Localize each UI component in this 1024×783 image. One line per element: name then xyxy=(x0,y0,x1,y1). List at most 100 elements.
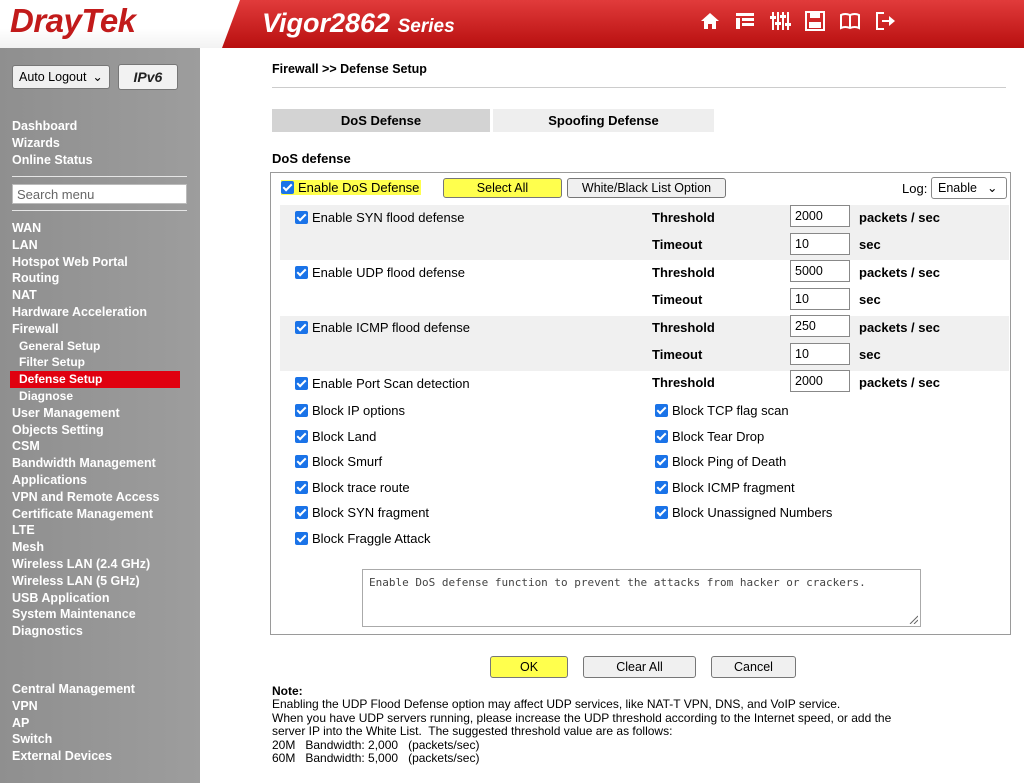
udp-timeout-input[interactable]: 10 xyxy=(790,288,850,310)
udp-flood-checkbox[interactable] xyxy=(295,266,308,279)
block-land-checkbox[interactable] xyxy=(295,430,308,443)
block-fraggle-checkbox[interactable] xyxy=(295,532,308,545)
sidebar-item-diagnostics[interactable]: Diagnostics xyxy=(12,623,180,640)
sidebar-item-csm[interactable]: CSM xyxy=(12,438,180,455)
enable-dos-checkbox-row[interactable]: Enable DoS Defense xyxy=(281,180,422,195)
block-option-row[interactable]: Block trace route xyxy=(295,480,410,495)
udp-threshold-input[interactable]: 5000 xyxy=(790,260,850,282)
syn-flood-row[interactable]: Enable SYN flood defense xyxy=(295,210,465,225)
port-scan-checkbox[interactable] xyxy=(295,377,308,390)
sidebar-item-lan[interactable]: LAN xyxy=(12,237,180,254)
sidebar-item-vpn-remote[interactable]: VPN and Remote Access xyxy=(12,489,180,506)
block-option-label: Block SYN fragment xyxy=(312,505,430,520)
block-option-row[interactable]: Block TCP flag scan xyxy=(655,403,789,418)
auto-logout-select[interactable]: Auto Logout ⌄ xyxy=(12,65,110,89)
sidebar-item-general-setup[interactable]: General Setup xyxy=(12,338,180,355)
sidebar-item-diagnose[interactable]: Diagnose xyxy=(12,388,180,405)
manual-icon[interactable] xyxy=(839,10,861,32)
select-all-button[interactable]: Select All xyxy=(443,178,562,198)
syn-threshold-input[interactable]: 2000 xyxy=(790,205,850,227)
note-title: Note: xyxy=(272,684,303,698)
logout-icon[interactable] xyxy=(874,10,896,32)
sidebar-item-external-devices[interactable]: External Devices xyxy=(12,748,135,765)
resize-grip-icon[interactable] xyxy=(908,614,918,624)
block-option-label: Block trace route xyxy=(312,480,410,495)
note-line: 20M Bandwidth: 2,000 (packets/sec) xyxy=(272,737,480,752)
log-select[interactable]: Enable ⌄ xyxy=(931,177,1007,199)
sidebar-item-hw-accel[interactable]: Hardware Acceleration xyxy=(12,304,180,321)
block-option-row[interactable]: Block Ping of Death xyxy=(655,454,786,469)
sidebar-item-wan[interactable]: WAN xyxy=(12,220,180,237)
sidebar-item-central-management[interactable]: Central Management xyxy=(12,681,135,698)
block-option-label: Block TCP flag scan xyxy=(672,403,789,418)
block-option-row[interactable]: Block SYN fragment xyxy=(295,505,429,520)
icmp-threshold-input[interactable]: 250 xyxy=(790,315,850,337)
breadcrumb: Firewall >> Defense Setup xyxy=(272,62,427,76)
sidebar-item-filter-setup[interactable]: Filter Setup xyxy=(12,354,180,371)
sidebar-item-online-status[interactable]: Online Status xyxy=(12,152,93,169)
sidebar-item-central-vpn[interactable]: VPN xyxy=(12,698,135,715)
block-option-row[interactable]: Block IP options xyxy=(295,403,405,418)
sidebar-item-wlan-24[interactable]: Wireless LAN (2.4 GHz) xyxy=(12,556,180,573)
icmp-timeout-input[interactable]: 10 xyxy=(790,343,850,365)
sidebar-item-user-management[interactable]: User Management xyxy=(12,405,180,422)
sidebar-item-objects-setting[interactable]: Objects Setting xyxy=(12,422,180,439)
port-scan-threshold-input[interactable]: 2000 xyxy=(790,370,850,392)
tab-dos-defense[interactable]: DoS Defense xyxy=(272,109,490,132)
tab-spoofing-defense[interactable]: Spoofing Defense xyxy=(493,109,714,132)
note-line: 60M Bandwidth: 5,000 (packets/sec) xyxy=(272,751,480,766)
block-icmp-fragment-checkbox[interactable] xyxy=(655,481,668,494)
sidebar-item-dashboard[interactable]: Dashboard xyxy=(12,118,93,135)
block-ip-options-checkbox[interactable] xyxy=(295,404,308,417)
block-option-label: Block Tear Drop xyxy=(672,429,765,444)
sidebar-item-nat[interactable]: NAT xyxy=(12,287,180,304)
port-scan-row[interactable]: Enable Port Scan detection xyxy=(295,376,470,391)
icmp-flood-checkbox[interactable] xyxy=(295,321,308,334)
syn-timeout-input[interactable]: 10 xyxy=(790,233,850,255)
udp-flood-row[interactable]: Enable UDP flood defense xyxy=(295,265,465,280)
sidebar-item-central-switch[interactable]: Switch xyxy=(12,731,135,748)
sidebar-item-firewall[interactable]: Firewall xyxy=(12,321,180,338)
ipv6-button[interactable]: IPv6 xyxy=(117,64,178,90)
white-black-list-button[interactable]: White/Black List Option xyxy=(567,178,726,198)
list-icon[interactable] xyxy=(734,10,756,32)
block-tear-drop-checkbox[interactable] xyxy=(655,430,668,443)
clear-all-button[interactable]: Clear All xyxy=(583,656,696,678)
sidebar-item-usb[interactable]: USB Application xyxy=(12,590,180,607)
icmp-flood-row[interactable]: Enable ICMP flood defense xyxy=(295,320,470,335)
sidebar-item-central-ap[interactable]: AP xyxy=(12,715,135,732)
sidebar-item-wizards[interactable]: Wizards xyxy=(12,135,93,152)
block-option-row[interactable]: Block Fraggle Attack xyxy=(295,531,431,546)
ok-button[interactable]: OK xyxy=(490,656,568,678)
enable-dos-checkbox[interactable] xyxy=(281,181,294,194)
sidebar-item-certificate[interactable]: Certificate Management xyxy=(12,506,180,523)
sidebar-item-wlan-5[interactable]: Wireless LAN (5 GHz) xyxy=(12,573,180,590)
sidebar-item-bandwidth[interactable]: Bandwidth Management xyxy=(12,455,180,472)
block-option-row[interactable]: Block Smurf xyxy=(295,454,382,469)
block-option-row[interactable]: Block Land xyxy=(295,429,376,444)
sidebar-item-hotspot[interactable]: Hotspot Web Portal xyxy=(12,254,180,271)
block-ping-of-death-checkbox[interactable] xyxy=(655,455,668,468)
sidebar-item-routing[interactable]: Routing xyxy=(12,270,180,287)
block-syn-fragment-checkbox[interactable] xyxy=(295,506,308,519)
block-option-row[interactable]: Block Unassigned Numbers xyxy=(655,505,832,520)
block-tcp-flag-scan-checkbox[interactable] xyxy=(655,404,668,417)
sidebar-item-defense-setup[interactable]: Defense Setup xyxy=(10,371,180,388)
description-textarea[interactable]: Enable DoS defense function to prevent t… xyxy=(362,569,921,627)
syn-flood-checkbox[interactable] xyxy=(295,211,308,224)
block-unassigned-numbers-checkbox[interactable] xyxy=(655,506,668,519)
sidebar-item-applications[interactable]: Applications xyxy=(12,472,180,489)
sidebar-item-system-maintenance[interactable]: System Maintenance xyxy=(12,606,180,623)
model-series: Series xyxy=(397,16,455,37)
sidebar-item-mesh[interactable]: Mesh xyxy=(12,539,180,556)
sliders-icon[interactable] xyxy=(769,10,791,32)
home-icon[interactable] xyxy=(699,10,721,32)
block-option-row[interactable]: Block ICMP fragment xyxy=(655,480,795,495)
block-smurf-checkbox[interactable] xyxy=(295,455,308,468)
cancel-button[interactable]: Cancel xyxy=(711,656,796,678)
search-menu-input[interactable]: Search menu xyxy=(12,184,187,204)
sidebar-item-lte[interactable]: LTE xyxy=(12,522,180,539)
save-icon[interactable] xyxy=(804,10,826,32)
block-option-row[interactable]: Block Tear Drop xyxy=(655,429,764,444)
block-trace-route-checkbox[interactable] xyxy=(295,481,308,494)
